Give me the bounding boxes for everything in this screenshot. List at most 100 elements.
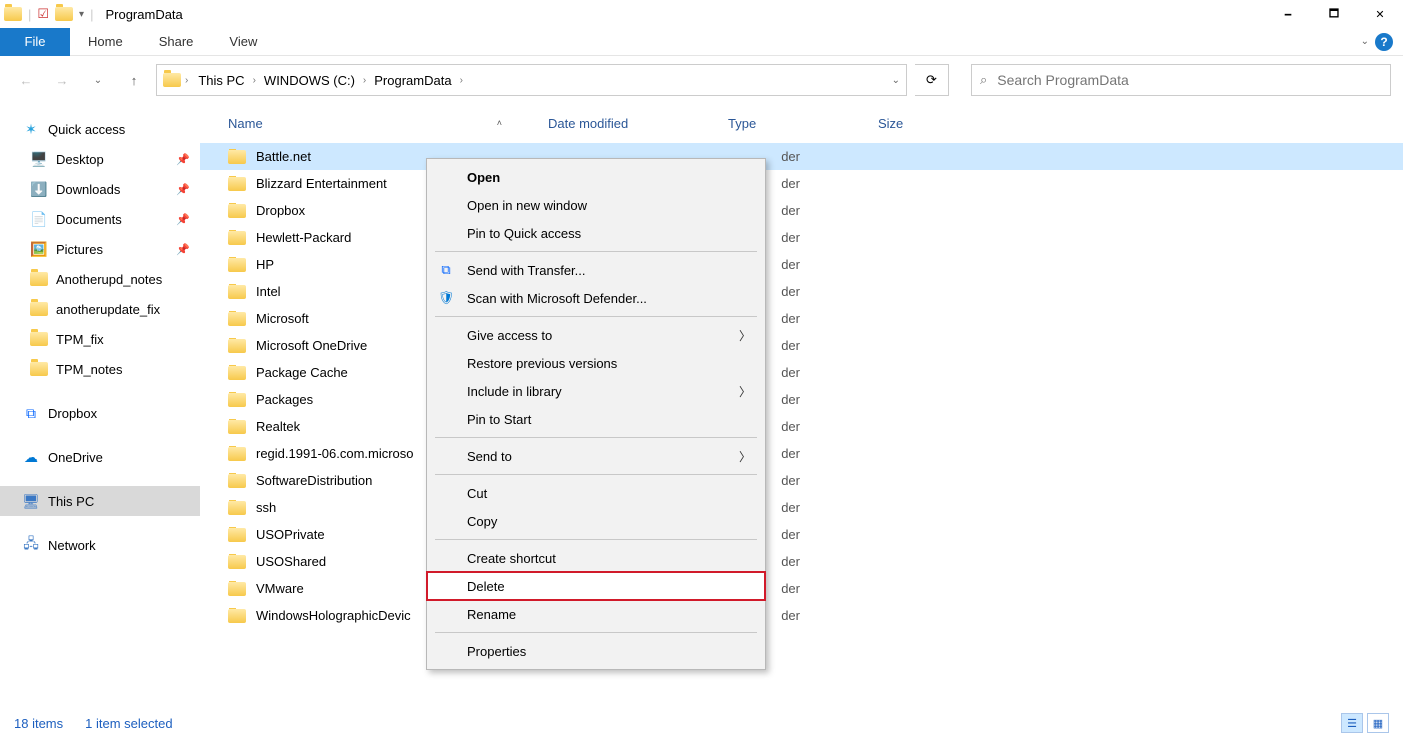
breadcrumb-separator-icon[interactable]: › xyxy=(361,75,368,86)
context-menu-label: Send to xyxy=(467,449,512,464)
file-row[interactable]: Hewlett-Packardder xyxy=(200,224,1403,251)
sidebar-item-network[interactable]: 🖧 Network xyxy=(0,530,200,560)
maximize-button[interactable]: 🗖 xyxy=(1311,0,1357,28)
sidebar-item-desktop[interactable]: 🖥️Desktop📌 xyxy=(0,144,200,174)
sidebar-item-dropbox[interactable]: ⧉ Dropbox xyxy=(0,398,200,428)
details-view-button[interactable]: ☰ xyxy=(1341,713,1363,733)
context-menu-item-open-in-new-window[interactable]: Open in new window xyxy=(427,191,765,219)
breadcrumb-item[interactable]: ProgramData xyxy=(368,73,457,88)
refresh-button[interactable]: ⟳ xyxy=(915,64,949,96)
file-row[interactable]: Battle.netder xyxy=(200,143,1403,170)
column-header-size[interactable]: Size xyxy=(870,110,960,137)
folder-icon: ⬇️ xyxy=(30,180,48,198)
file-row[interactable]: VMwareder xyxy=(200,575,1403,602)
context-menu-item-open[interactable]: Open xyxy=(427,163,765,191)
file-row[interactable]: HPder xyxy=(200,251,1403,278)
column-header-name[interactable]: Name ˄ xyxy=(220,110,540,137)
sidebar-item-label: Downloads xyxy=(56,182,120,197)
file-row[interactable]: WindowsHolographicDevicder xyxy=(200,602,1403,629)
minimize-button[interactable]: 🗕 xyxy=(1265,0,1311,28)
breadcrumb-separator-icon[interactable]: › xyxy=(251,75,258,86)
file-row[interactable]: Microsoftder xyxy=(200,305,1403,332)
forward-button[interactable]: → xyxy=(48,66,76,94)
context-menu-item-rename[interactable]: Rename xyxy=(427,600,765,628)
sidebar-item-downloads[interactable]: ⬇️ Downloads 📌 xyxy=(0,174,200,204)
qat-folder-icon[interactable] xyxy=(55,7,73,21)
folder-icon xyxy=(30,362,48,376)
breadcrumb-separator-icon[interactable]: › xyxy=(458,75,465,86)
context-menu-item-properties[interactable]: Properties xyxy=(427,637,765,665)
context-menu-item-give-access-to[interactable]: Give access to〉 xyxy=(427,321,765,349)
context-menu-item-pin-to-quick-access[interactable]: Pin to Quick access xyxy=(427,219,765,247)
context-menu-item-restore-previous-versions[interactable]: Restore previous versions xyxy=(427,349,765,377)
context-menu-item-include-in-library[interactable]: Include in library〉 xyxy=(427,377,765,405)
context-menu-label: Delete xyxy=(467,579,505,594)
context-menu-item-send-with-transfer-[interactable]: ⧉Send with Transfer... xyxy=(427,256,765,284)
folder-icon xyxy=(30,272,48,286)
file-row[interactable]: USOSharedder xyxy=(200,548,1403,575)
file-row[interactable]: Packagesder xyxy=(200,386,1403,413)
search-box[interactable]: ⌕ xyxy=(971,64,1391,96)
ribbon-tab-share[interactable]: Share xyxy=(141,28,212,56)
sidebar-item-anotherupdate_fix[interactable]: anotherupdate_fix xyxy=(0,294,200,324)
column-header-date[interactable]: Date modified xyxy=(540,110,720,137)
sidebar-item-tpm_fix[interactable]: TPM_fix xyxy=(0,324,200,354)
breadcrumb-separator-icon[interactable]: › xyxy=(183,75,190,86)
sidebar-item-pictures[interactable]: 🖼️Pictures📌 xyxy=(0,234,200,264)
context-menu-item-delete[interactable]: Delete xyxy=(427,572,765,600)
file-name: Blizzard Entertainment xyxy=(256,176,387,191)
sidebar-item-onedrive[interactable]: ☁ OneDrive xyxy=(0,442,200,472)
sidebar-item-this-pc[interactable]: 🖥 This PC xyxy=(0,486,200,516)
sidebar-item-anotherupd_notes[interactable]: Anotherupd_notes xyxy=(0,264,200,294)
sidebar-item-tpm_notes[interactable]: TPM_notes xyxy=(0,354,200,384)
back-button[interactable]: ← xyxy=(12,66,40,94)
address-dropdown-icon[interactable]: ⌄ xyxy=(892,75,900,86)
file-row[interactable]: regid.1991-06.com.microsoder xyxy=(200,440,1403,467)
file-row[interactable]: USOPrivateder xyxy=(200,521,1403,548)
context-menu-separator xyxy=(435,437,757,438)
context-menu-item-copy[interactable]: Copy xyxy=(427,507,765,535)
context-menu-item-cut[interactable]: Cut xyxy=(427,479,765,507)
file-row[interactable]: Intelder xyxy=(200,278,1403,305)
file-row[interactable]: Microsoft OneDriveder xyxy=(200,332,1403,359)
status-selected-count: 1 item selected xyxy=(85,716,172,731)
file-row[interactable]: Dropboxder xyxy=(200,197,1403,224)
file-name: Dropbox xyxy=(256,203,305,218)
shield-icon: 🛡 xyxy=(437,289,455,307)
ribbon-tab-home[interactable]: Home xyxy=(70,28,141,56)
search-input[interactable] xyxy=(995,71,1382,89)
file-row[interactable]: Blizzard Entertainmentder xyxy=(200,170,1403,197)
context-menu-item-pin-to-start[interactable]: Pin to Start xyxy=(427,405,765,433)
column-header-type[interactable]: Type xyxy=(720,110,870,137)
qat-checkbox-icon[interactable]: ☑ xyxy=(37,6,49,22)
sidebar-item-documents[interactable]: 📄Documents📌 xyxy=(0,204,200,234)
file-row[interactable]: Realtekder xyxy=(200,413,1403,440)
folder-icon xyxy=(228,150,246,164)
folder-icon xyxy=(228,285,246,299)
context-menu-item-scan-with-microsoft-defender-[interactable]: 🛡Scan with Microsoft Defender... xyxy=(427,284,765,312)
pin-icon: 📌 xyxy=(176,183,190,196)
ribbon-collapse-chevron-icon[interactable]: ⌄ xyxy=(1361,36,1369,47)
address-bar[interactable]: › This PC›WINDOWS (C:)›ProgramData› ⌄ xyxy=(156,64,907,96)
file-row[interactable]: Package Cacheder xyxy=(200,359,1403,386)
address-folder-icon xyxy=(163,73,181,87)
help-icon[interactable]: ? xyxy=(1375,33,1393,51)
up-button[interactable]: ↑ xyxy=(120,66,148,94)
file-row[interactable]: SoftwareDistributionder xyxy=(200,467,1403,494)
file-tab[interactable]: File xyxy=(0,28,70,56)
context-menu-item-send-to[interactable]: Send to〉 xyxy=(427,442,765,470)
context-menu-item-create-shortcut[interactable]: Create shortcut xyxy=(427,544,765,572)
context-menu-separator xyxy=(435,474,757,475)
breadcrumb-item[interactable]: WINDOWS (C:) xyxy=(258,73,361,88)
qat-dropdown-icon[interactable]: ▾ xyxy=(79,9,84,20)
quick-access-group[interactable]: ✶ Quick access xyxy=(0,114,200,144)
context-menu-label: Restore previous versions xyxy=(467,356,617,371)
title-bar: | ☑ ▾ | ProgramData 🗕 🗖 ✕ xyxy=(0,0,1403,28)
recent-locations-button[interactable]: ⌄ xyxy=(84,66,112,94)
ribbon-tab-view[interactable]: View xyxy=(211,28,275,56)
breadcrumb-item[interactable]: This PC xyxy=(192,73,250,88)
icons-view-button[interactable]: ▦ xyxy=(1367,713,1389,733)
file-row[interactable]: sshder xyxy=(200,494,1403,521)
close-button[interactable]: ✕ xyxy=(1357,0,1403,28)
context-menu-label: Include in library xyxy=(467,384,562,399)
